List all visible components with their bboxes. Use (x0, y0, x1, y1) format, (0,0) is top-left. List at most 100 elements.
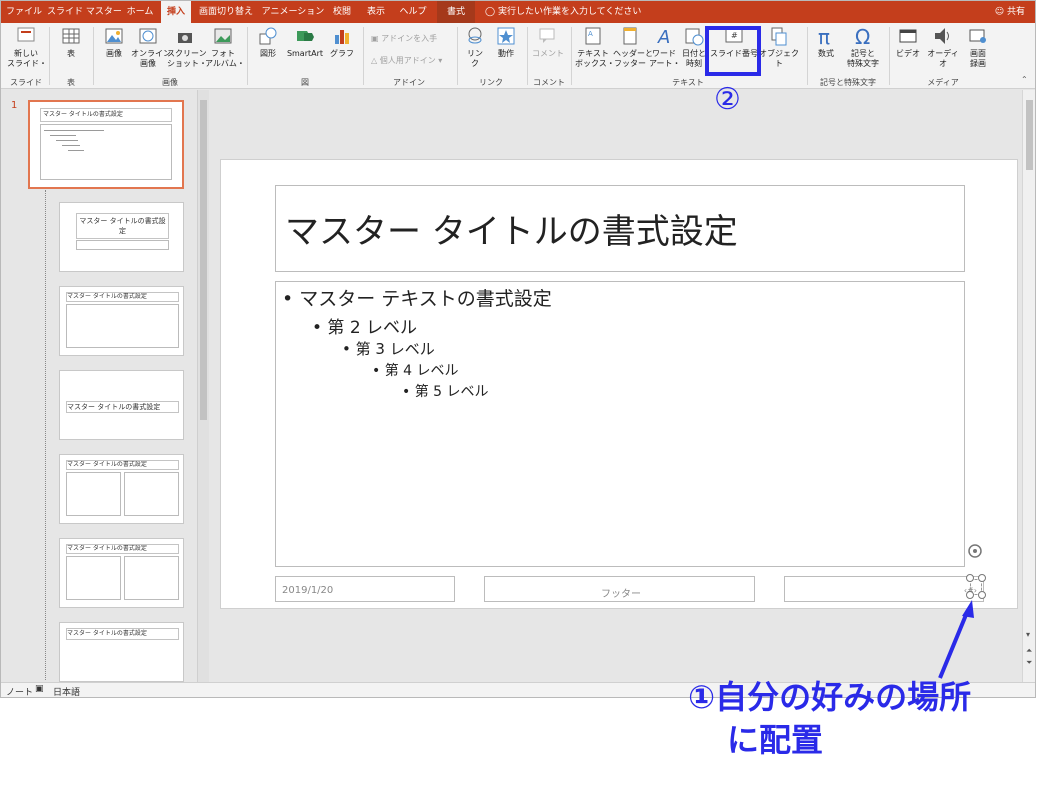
group-label-table: 表 (67, 78, 75, 87)
thumbnail-scrollbar[interactable] (197, 90, 209, 682)
header-footer-button[interactable]: ヘッダーと フッター (613, 25, 653, 75)
title-placeholder[interactable]: マスター タイトルの書式設定 (275, 185, 965, 272)
resize-handle[interactable] (978, 574, 986, 582)
thumb-line (50, 135, 76, 136)
textbox-button[interactable]: A テキスト ボックス・ (575, 25, 615, 75)
new-slide-button[interactable]: 新しい スライド・ (7, 25, 47, 75)
star-icon (497, 27, 515, 45)
step-1-annotation-line1: ①自分の好みの場所 (688, 678, 972, 716)
shapes-button[interactable]: 図形 (253, 25, 283, 75)
equation-button[interactable]: π 数式 (811, 25, 841, 75)
tab-format[interactable]: 書式 (437, 1, 475, 23)
new-slide-icon (17, 27, 35, 42)
tab-help[interactable]: ヘルプ (395, 1, 431, 23)
header-footer-icon (623, 27, 637, 45)
thumb-line (68, 150, 84, 151)
screenshot-button[interactable]: スクリーン ショット・ (167, 25, 207, 75)
rotate-handle-icon[interactable] (965, 541, 985, 561)
shapes-icon (259, 27, 277, 45)
language-label[interactable]: 日本語 (53, 685, 80, 697)
collapse-ribbon-icon[interactable]: ⌃ (1021, 75, 1028, 84)
body-placeholder[interactable]: • マスター テキストの書式設定 • 第 2 レベル • 第 3 レベル • 第… (275, 281, 965, 567)
link-button[interactable]: リン ク (461, 25, 489, 75)
chart-button[interactable]: グラフ (327, 25, 357, 75)
symbol-button[interactable]: Ω 記号と 特殊文字 (843, 25, 883, 75)
audio-button[interactable]: オーディオ (925, 25, 961, 75)
store-icon: ▣ (371, 34, 379, 43)
next-slide-icon[interactable]: ⏷ (1026, 658, 1032, 668)
scroll-down-icon[interactable]: ▾ (1026, 630, 1030, 639)
step-2-marker: ② (714, 82, 741, 117)
calendar-icon (685, 28, 704, 46)
date-placeholder[interactable]: 2019/1/20 (275, 576, 455, 602)
object-button[interactable]: オブジェクト (759, 25, 799, 75)
bullet-level-5: • 第 5 レベル (402, 384, 489, 400)
camera-icon (178, 33, 192, 43)
link-icon (468, 27, 482, 44)
film-icon (899, 29, 917, 43)
get-addins-button[interactable]: ▣ アドインを入手 (371, 33, 437, 44)
svg-text:π: π (818, 25, 830, 47)
photo-album-icon (214, 28, 232, 44)
step-1-annotation-line2: に配置 (727, 721, 824, 759)
thumb-title: マスター タイトルの書式設定 (76, 213, 169, 239)
tab-home[interactable]: ホーム (121, 1, 159, 23)
comment-icon (539, 28, 555, 43)
my-addins-button[interactable]: △ 個人用アドイン ▾ (371, 55, 442, 66)
svg-text:A: A (588, 30, 593, 38)
editor-scrollbar[interactable]: ▾ ⏶ ⏷ (1022, 90, 1035, 682)
object-icon (771, 27, 787, 46)
screen-record-button[interactable]: 画面 録画 (963, 25, 993, 75)
notes-label[interactable]: ノート (6, 685, 33, 697)
scrollbar-thumb[interactable] (200, 100, 207, 420)
proofing-icon[interactable]: ▣ (35, 684, 44, 694)
table-button[interactable]: 表 (55, 25, 87, 75)
slide-master-canvas: マスター タイトルの書式設定 • マスター テキストの書式設定 • 第 2 レベ… (220, 159, 1018, 609)
tab-insert[interactable]: 挿入 (161, 1, 191, 23)
smartart-button[interactable]: SmartArt (285, 25, 325, 75)
action-button[interactable]: 動作 (491, 25, 521, 75)
group-label-slide: スライド (10, 78, 42, 87)
powerpoint-window: ファイル スライド マスター ホーム 挿入 画面切り替え アニメーション 校閲 … (0, 0, 1036, 698)
share-button[interactable]: ☺ 共有 (995, 1, 1025, 23)
layout-thumbnail-comparison[interactable]: マスター タイトルの書式設定 (59, 538, 184, 608)
thumb-title: マスター タイトルの書式設定 (66, 628, 179, 640)
layout-thumbnail-title[interactable]: マスター タイトルの書式設定 (59, 202, 184, 272)
video-button[interactable]: ビデオ (893, 25, 923, 75)
thumb-title: マスター タイトルの書式設定 (66, 460, 179, 470)
layout-thumbnail-section[interactable]: マスター タイトルの書式設定 (59, 370, 184, 440)
thumb-title: マスター タイトルの書式設定 (66, 544, 179, 554)
layout-thumbnail-title-only[interactable]: マスター タイトルの書式設定 (59, 622, 184, 682)
footer-placeholder[interactable]: フッター (484, 576, 755, 602)
wordart-button[interactable]: A ワード アート・ (649, 25, 681, 75)
comment-button[interactable]: コメント (531, 25, 565, 75)
picture-button[interactable]: 画像 (99, 25, 129, 75)
photo-album-button[interactable]: フォト アルバム・ (205, 25, 245, 75)
datetime-button[interactable]: 日付と 時刻 (681, 25, 707, 75)
tab-animations[interactable]: アニメーション (261, 1, 325, 23)
resize-handle[interactable] (966, 574, 974, 582)
thumb-title: マスター タイトルの書式設定 (40, 108, 172, 122)
tab-file[interactable]: ファイル (5, 1, 43, 23)
master-thumbnail[interactable]: マスター タイトルの書式設定 (28, 100, 184, 189)
annotation-arrow-icon (938, 600, 974, 679)
group-label-addin: アドイン (393, 78, 425, 87)
layout-thumbnail-content[interactable]: マスター タイトルの書式設定 (59, 286, 184, 356)
screen-record-icon (969, 29, 986, 43)
online-picture-button[interactable]: オンライン 画像 (131, 25, 171, 75)
tab-review[interactable]: 校閲 (327, 1, 357, 23)
layout-thumbnail-two-content[interactable]: マスター タイトルの書式設定 (59, 454, 184, 524)
speaker-icon (935, 28, 949, 44)
date-text: 2019/1/20 (282, 585, 334, 596)
tell-me-search[interactable]: ◯ 実行したい作業を入力してください (485, 1, 641, 23)
group-label-figure: 図 (301, 78, 309, 87)
wordart-icon: A (657, 27, 670, 47)
tab-slide-master[interactable]: スライド マスター (47, 1, 122, 23)
tab-transitions[interactable]: 画面切り替え (195, 1, 257, 23)
person-icon: ☺ (994, 7, 1005, 17)
scrollbar-thumb[interactable] (1026, 100, 1033, 170)
ribbon-separator (247, 27, 248, 85)
previous-slide-icon[interactable]: ⏶ (1026, 646, 1032, 656)
group-label-text: テキスト (672, 78, 704, 87)
tab-view[interactable]: 表示 (361, 1, 391, 23)
